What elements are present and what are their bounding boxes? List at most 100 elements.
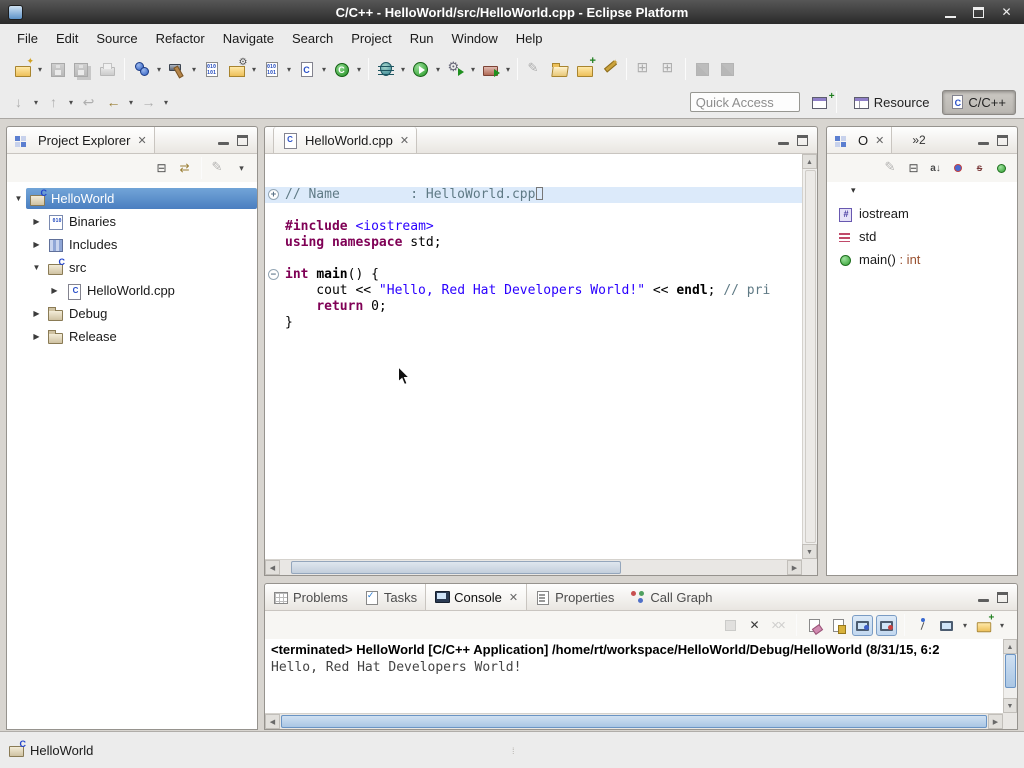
window-maximize-button[interactable] — [971, 5, 986, 20]
tab-outline[interactable]: O ✕ — [827, 127, 892, 153]
menu-navigate[interactable]: Navigate — [214, 27, 283, 50]
focus-button[interactable] — [208, 158, 229, 179]
expand-arrow-icon[interactable]: ▶ — [29, 309, 44, 318]
open-console-button[interactable] — [973, 615, 994, 636]
show-stdout-button[interactable] — [852, 615, 873, 636]
profile-button[interactable] — [260, 57, 283, 81]
mark-occurrences-button[interactable] — [523, 57, 546, 81]
tab-console[interactable]: Console ✕ — [425, 584, 527, 610]
cpp-perspective-button[interactable]: C/C++ — [942, 90, 1016, 115]
maximize-view-button[interactable] — [993, 589, 1012, 606]
debug-dropdown[interactable]: ▾ — [398, 57, 408, 81]
hide-fields-button[interactable] — [947, 158, 968, 179]
minimize-view-button[interactable] — [974, 132, 993, 149]
back-dropdown[interactable]: ▾ — [126, 90, 136, 114]
menu-search[interactable]: Search — [283, 27, 342, 50]
profile-dropdown[interactable]: ▾ — [284, 57, 294, 81]
run-external-dropdown[interactable]: ▾ — [468, 57, 478, 81]
run-button[interactable] — [409, 57, 432, 81]
close-icon[interactable]: ✕ — [509, 592, 518, 603]
sort-button[interactable]: a↓ — [925, 158, 946, 179]
focus-button[interactable] — [881, 158, 902, 179]
scroll-left-button[interactable]: ◀ — [265, 714, 280, 729]
view-menu-button[interactable]: ▾ — [231, 158, 252, 179]
window-close-button[interactable]: ✕ — [999, 5, 1014, 20]
outline-item-std[interactable]: std — [827, 225, 1017, 248]
external-tools-button[interactable] — [479, 57, 502, 81]
grid-button-2[interactable] — [657, 57, 680, 81]
view-menu-button[interactable]: ▾ — [851, 185, 856, 196]
next-annotation-dropdown[interactable]: ▾ — [31, 90, 41, 114]
tab-tasks[interactable]: Tasks — [356, 584, 425, 610]
menu-help[interactable]: Help — [507, 27, 552, 50]
maximize-view-button[interactable] — [993, 132, 1012, 149]
code-editor[interactable]: +// Name : HelloWorld.cpp#include <iostr… — [265, 182, 802, 559]
search-wand-button[interactable] — [598, 57, 621, 81]
outline-item-main[interactable]: main() : int — [827, 248, 1017, 271]
forward-dropdown[interactable]: ▾ — [161, 90, 171, 114]
menu-edit[interactable]: Edit — [47, 27, 87, 50]
link-with-editor-button[interactable]: ⇄ — [174, 158, 195, 179]
expand-arrow-icon[interactable]: ▼ — [29, 263, 44, 272]
build-dropdown[interactable]: ▾ — [189, 57, 199, 81]
save-all-button[interactable] — [71, 57, 94, 81]
external-tools-dropdown[interactable]: ▾ — [503, 57, 513, 81]
open-resource-button[interactable] — [573, 57, 596, 81]
expand-arrow-icon[interactable]: ▶ — [47, 286, 62, 295]
build-button[interactable] — [165, 57, 188, 81]
expand-arrow-icon[interactable]: ▶ — [29, 217, 44, 226]
display-selected-console-button[interactable] — [936, 615, 957, 636]
window-minimize-button[interactable] — [943, 5, 958, 20]
scroll-right-button[interactable]: ▶ — [988, 714, 1003, 729]
collapse-all-button[interactable]: ⊟ — [151, 158, 172, 179]
collapse-all-button[interactable]: ⊟ — [903, 158, 924, 179]
expand-arrow-icon[interactable]: ▼ — [11, 194, 26, 203]
tree-item-src[interactable]: ▼ src — [7, 256, 257, 279]
sash-grip[interactable]: ⁞ — [512, 746, 515, 756]
new-button[interactable] — [11, 57, 34, 81]
menu-refactor[interactable]: Refactor — [147, 27, 214, 50]
new-cpp-project-button[interactable] — [130, 57, 153, 81]
expand-arrow-icon[interactable]: ▶ — [29, 332, 44, 341]
build-config-dropdown[interactable]: ▾ — [249, 57, 259, 81]
open-console-dropdown[interactable]: ▾ — [997, 613, 1007, 637]
maximize-view-button[interactable] — [233, 132, 252, 149]
tree-item-helloworld-cpp[interactable]: ▶ HelloWorld.cpp — [7, 279, 257, 302]
previous-annotation-button[interactable]: ↑ — [42, 90, 65, 114]
terminate-button[interactable] — [720, 615, 741, 636]
close-icon[interactable]: ✕ — [875, 135, 884, 146]
run-dropdown[interactable]: ▾ — [433, 57, 443, 81]
tree-item-includes[interactable]: ▶ Includes — [7, 233, 257, 256]
remove-all-terminated-button[interactable]: ✕✕ — [768, 615, 789, 636]
menu-window[interactable]: Window — [443, 27, 507, 50]
display-console-dropdown[interactable]: ▾ — [960, 613, 970, 637]
show-stderr-button[interactable] — [876, 615, 897, 636]
outline-item-iostream[interactable]: iostream — [827, 202, 1017, 225]
scroll-left-button[interactable]: ◀ — [265, 560, 280, 575]
pin-console-button[interactable] — [912, 615, 933, 636]
save-button[interactable] — [46, 57, 69, 81]
tree-item-debug[interactable]: ▶ Debug — [7, 302, 257, 325]
new-class-button[interactable] — [295, 57, 318, 81]
run-c-app-button[interactable] — [330, 57, 353, 81]
menu-source[interactable]: Source — [87, 27, 146, 50]
tab-problems[interactable]: Problems — [265, 584, 356, 610]
last-edit-location-button[interactable]: ↩ — [77, 90, 100, 114]
new-class-dropdown[interactable]: ▾ — [319, 57, 329, 81]
forward-button[interactable]: → — [137, 90, 160, 114]
format-button-2[interactable] — [716, 57, 739, 81]
tab-call-graph[interactable]: Call Graph — [622, 584, 720, 610]
tree-item-helloworld[interactable]: ▼ HelloWorld — [7, 187, 257, 210]
build-config-button[interactable] — [225, 57, 248, 81]
clear-console-button[interactable] — [804, 615, 825, 636]
previous-annotation-dropdown[interactable]: ▾ — [66, 90, 76, 114]
scroll-up-button[interactable]: ▲ — [1003, 639, 1017, 654]
tree-item-release[interactable]: ▶ Release — [7, 325, 257, 348]
scroll-right-button[interactable]: ▶ — [787, 560, 802, 575]
minimize-editor-button[interactable] — [774, 132, 793, 149]
back-button[interactable]: ← — [102, 90, 125, 114]
hide-static-button[interactable]: s — [969, 158, 990, 179]
new-dropdown[interactable]: ▾ — [35, 57, 45, 81]
scroll-lock-button[interactable] — [828, 615, 849, 636]
open-perspective-button[interactable] — [808, 90, 831, 114]
